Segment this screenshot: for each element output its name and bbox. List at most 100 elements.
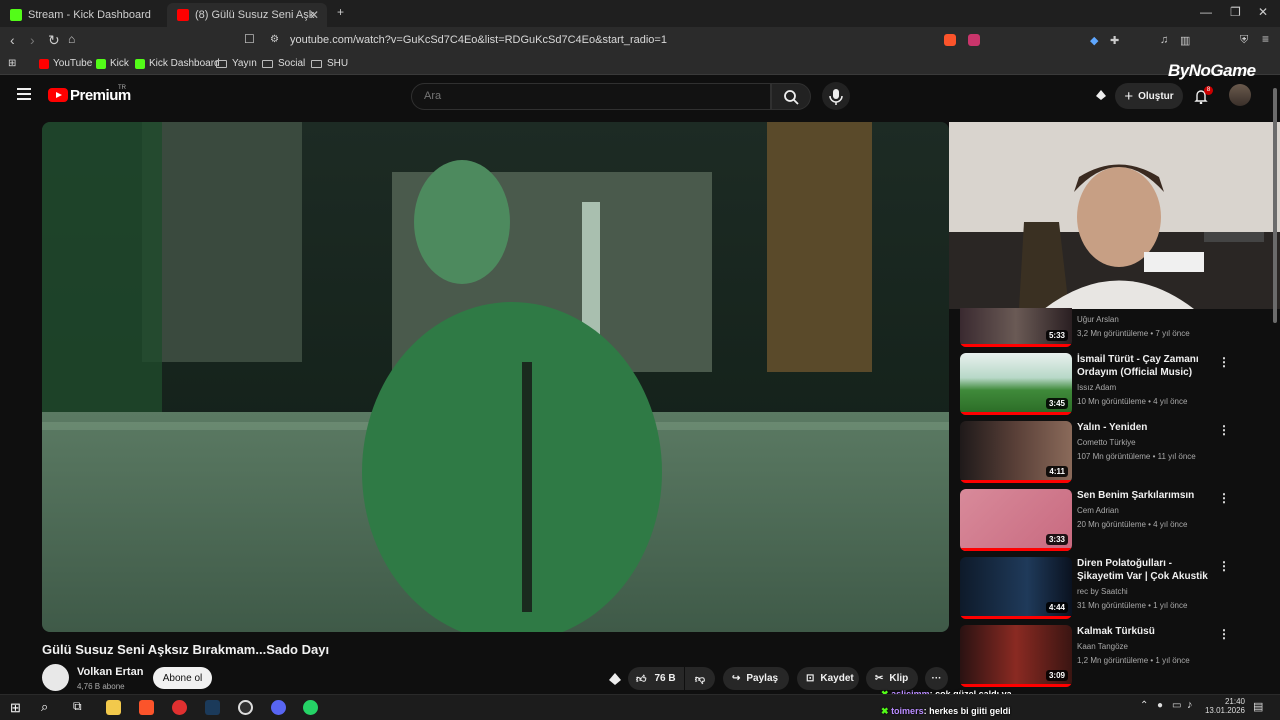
notifications-icon[interactable]: ▤ — [1253, 700, 1263, 713]
home-icon[interactable]: ⌂ — [68, 32, 75, 46]
share-button[interactable]: ↪ Paylaş — [723, 667, 789, 690]
more-icon[interactable]: ⋮ — [1218, 627, 1230, 641]
list-item[interactable]: 4:44 Diren Polatoğulları - Şikayetim Var… — [960, 557, 1270, 619]
minimize-icon[interactable]: — — [1200, 5, 1212, 19]
scissors-icon: ✂ — [875, 673, 884, 684]
share-icon: ↪ — [732, 673, 741, 684]
video-title: Gülü Susuz Seni Aşksız Bırakmam...Sado D… — [42, 642, 330, 657]
channel-name[interactable]: Volkan Ertan — [77, 666, 143, 678]
task-view-icon[interactable]: ⧉ — [73, 699, 82, 714]
video-thumbnail[interactable]: 3:45 — [960, 353, 1072, 415]
video-thumbnail[interactable]: 3:09 — [960, 625, 1072, 687]
watched-progress — [960, 548, 1072, 551]
more-icon[interactable]: ⋮ — [1218, 491, 1230, 505]
thumbs-down-icon: 👎︎ — [694, 673, 706, 685]
restore-icon[interactable]: ❐ — [1230, 5, 1241, 19]
bookmark-social[interactable]: Social — [262, 58, 305, 69]
tab-youtube[interactable]: (8) Gülü Susuz Seni Aşksız Bır... ✕ — [167, 3, 327, 27]
reload-icon[interactable]: ↻ — [48, 32, 60, 49]
forward-icon[interactable]: › — [30, 32, 35, 48]
tab-label: (8) Gülü Susuz Seni Aşksız Bır... — [195, 9, 315, 21]
bookmark-youtube[interactable]: YouTube — [39, 58, 92, 69]
mic-icon[interactable]: ● — [1157, 700, 1163, 711]
chat-message: ✖ toimers: herkes bi giiti geldi — [881, 706, 1011, 716]
clip-button[interactable]: ✂ Klip — [866, 667, 918, 690]
close-window-icon[interactable]: ✕ — [1258, 5, 1268, 19]
more-actions-button[interactable]: ··· — [925, 667, 948, 690]
extensions-icon[interactable]: ✚ — [1110, 34, 1119, 47]
tab-label: Stream - Kick Dashboard — [28, 9, 151, 21]
menu-icon[interactable]: ≡ — [1262, 32, 1269, 46]
bookmarks-bar: ⊞ YouTube Kick Kick Dashboard Yayın Soci… — [0, 53, 1280, 75]
translate-icon[interactable]: ◆ — [1090, 34, 1098, 47]
search-icon[interactable]: ⌕ — [41, 699, 48, 715]
list-item[interactable]: 3:33 Sen Benim Şarkılarımsın Cem Adrian … — [960, 489, 1270, 551]
premium-icon[interactable] — [1094, 88, 1108, 102]
bookmark-kick[interactable]: Kick — [96, 58, 129, 69]
list-item[interactable]: 3:45 İsmail Türüt - Çay Zamanı Ordayım (… — [960, 353, 1270, 415]
list-item[interactable]: 5:33 Uğur Arslan 3,2 Mn görüntüleme • 7 … — [960, 308, 1270, 349]
network-icon[interactable]: ▭ — [1172, 700, 1181, 711]
obs-icon[interactable] — [238, 700, 253, 715]
site-settings-icon[interactable]: ⚙ — [270, 34, 279, 45]
file-explorer-icon[interactable] — [106, 700, 121, 715]
folder-icon — [262, 59, 273, 68]
create-button[interactable]: + Oluştur — [1115, 83, 1183, 109]
bookmark-kick-dashboard[interactable]: Kick Dashboard — [135, 58, 220, 69]
channel-avatar[interactable] — [42, 664, 69, 691]
vpn-icon[interactable]: ⛨ — [1240, 34, 1248, 47]
browser-tab-bar: Stream - Kick Dashboard (8) Gülü Susuz S… — [0, 0, 1280, 27]
music-icon[interactable]: ♫ — [1160, 34, 1168, 46]
youtube-icon — [39, 58, 49, 69]
list-item[interactable]: 4:11 Yalın - Yeniden Cometto Türkiye 107… — [960, 421, 1270, 483]
search-input[interactable] — [424, 90, 754, 102]
volume-icon[interactable]: ♪ — [1187, 699, 1193, 711]
save-button[interactable]: ⊡ Kaydet — [797, 667, 859, 690]
more-icon[interactable]: ⋮ — [1218, 355, 1230, 369]
premium-icon[interactable] — [607, 671, 623, 687]
system-clock[interactable]: 21:40 13.01.2026 — [1199, 697, 1245, 715]
scrollbar[interactable] — [1273, 88, 1277, 323]
back-icon[interactable]: ‹ — [10, 32, 15, 48]
brave-icon[interactable] — [139, 700, 154, 715]
menu-icon[interactable] — [17, 88, 31, 103]
like-button[interactable]: 👍︎ 76 B — [628, 667, 684, 690]
video-thumbnail[interactable]: 4:44 — [960, 557, 1072, 619]
url-field[interactable]: youtube.com/watch?v=GuKcSd7C4Eo&list=RDG… — [290, 34, 667, 46]
tray-chevron-icon[interactable]: ⌃ — [1140, 700, 1148, 711]
notification-badge: 8 — [1204, 86, 1213, 95]
video-thumbnail[interactable]: 4:11 — [960, 421, 1072, 483]
search-box[interactable] — [411, 83, 771, 110]
voice-search-button[interactable] — [822, 82, 850, 110]
brave-rewards-icon[interactable] — [968, 34, 980, 46]
tab-kick-dashboard[interactable]: Stream - Kick Dashboard — [0, 3, 165, 27]
dislike-button[interactable]: 👎︎ — [685, 667, 715, 690]
bookmark-shu[interactable]: SHU — [311, 58, 348, 69]
brave-shield-icon[interactable] — [944, 34, 956, 46]
bookmark-icon[interactable]: ☐ — [244, 32, 255, 46]
video-player[interactable] — [42, 122, 949, 632]
apps-icon[interactable]: ⊞ — [8, 58, 16, 69]
bookmark-yayin[interactable]: Yayın — [216, 58, 257, 69]
steam-icon[interactable] — [205, 700, 220, 715]
subscribe-button[interactable]: Abone ol — [153, 667, 212, 689]
youtube-logo-icon[interactable] — [48, 88, 68, 102]
video-thumbnail[interactable]: 3:33 — [960, 489, 1072, 551]
more-icon[interactable]: ⋮ — [1218, 559, 1230, 573]
new-tab-icon[interactable]: + — [337, 5, 344, 19]
more-icon[interactable]: ⋮ — [1218, 423, 1230, 437]
close-tab-icon[interactable]: ✕ — [309, 8, 319, 22]
list-item[interactable]: 3:09 Kalmak Türküsü Kaan Tangöze 1,2 Mn … — [960, 625, 1270, 687]
whatsapp-icon[interactable] — [303, 700, 318, 715]
subscriber-count: 4,76 B abone — [77, 682, 125, 691]
folder-icon — [311, 59, 322, 68]
windows-start-icon[interactable]: ⊞ — [10, 700, 21, 716]
sidebar-icon[interactable]: ▥ — [1180, 34, 1190, 47]
search-button[interactable] — [771, 83, 811, 110]
avatar[interactable] — [1229, 84, 1251, 106]
video-thumbnail[interactable]: 5:33 — [960, 308, 1072, 347]
folder-icon — [216, 59, 227, 68]
app-icon[interactable] — [172, 700, 187, 715]
webcam-overlay — [949, 122, 1280, 309]
discord-icon[interactable] — [271, 700, 286, 715]
